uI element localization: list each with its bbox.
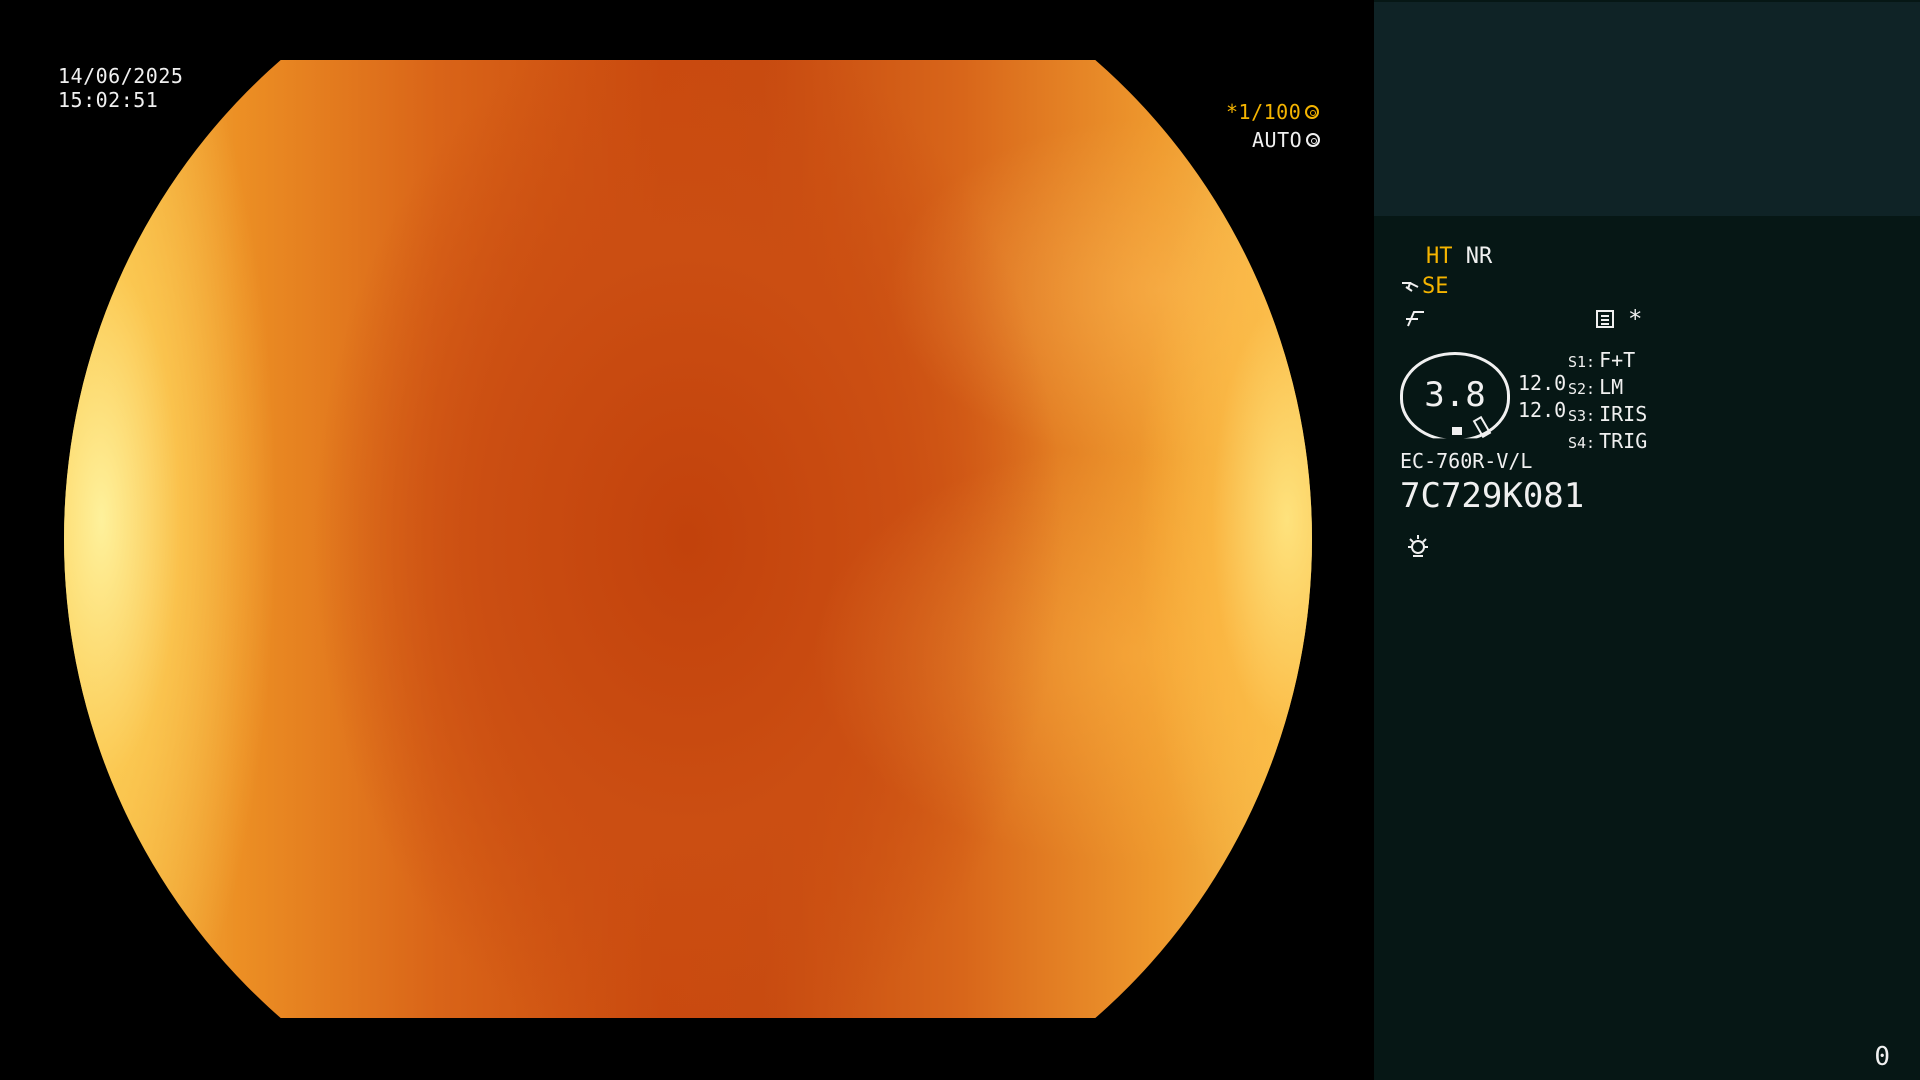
scope-tip-icon (1402, 282, 1419, 292)
info-panel: HT NR SE * 3.8 12.0 12.0 S1: F+T S2: LM … (1374, 0, 1920, 1080)
scope-switch-list: S1: F+T S2: LM S3: IRIS S4: TRIG (1568, 348, 1647, 456)
date-time-display: 14/06/2025 15:02:51 (58, 64, 183, 112)
date-text: 14/06/2025 (58, 64, 184, 88)
nr-indicator: NR (1465, 244, 1493, 269)
brightness-gauge: 3.8 (1400, 352, 1510, 439)
time-text: 15:02:51 (58, 88, 159, 112)
switch-value: TRIG (1599, 429, 1648, 453)
structure-enhance-row: SE (1400, 274, 1449, 300)
switch-key: S4: (1568, 434, 1596, 452)
ht-indicator: HT (1426, 244, 1453, 269)
shutter-icon (1305, 105, 1320, 119)
endoscopy-monitor: 14/06/2025 15:02:51 *1/100 AUTO HT NR SE (0, 0, 1920, 1080)
image-counter: 0 (1874, 1042, 1890, 1072)
enhance-icon (1406, 311, 1424, 327)
switch-value: LM (1599, 375, 1624, 399)
patient-info-box (1374, 2, 1920, 216)
switch-value: IRIS (1599, 402, 1648, 426)
iris-icon (1306, 133, 1321, 147)
image-processing-row: HT NR (1426, 244, 1492, 270)
switch-key: S3: (1568, 407, 1596, 425)
se-indicator: SE (1422, 274, 1449, 299)
asterisk-icon: * (1628, 305, 1643, 333)
iris-mode-text: AUTO (1252, 128, 1303, 152)
light-icon (1408, 535, 1428, 557)
endoscope-live-image (64, 60, 1312, 1018)
switch-key: S2: (1568, 380, 1596, 398)
endoscope-video-area: 14/06/2025 15:02:51 *1/100 AUTO (0, 0, 1374, 1080)
gauge-side-values: 12.0 12.0 (1518, 370, 1566, 424)
gauge-side-bottom: 12.0 (1518, 398, 1567, 422)
switch-item: S2: LM (1568, 375, 1647, 402)
gauge-side-top: 12.0 (1518, 371, 1567, 395)
shutter-speed-indicator: *1/100 (1226, 100, 1320, 124)
switch-key: S1: (1568, 353, 1596, 371)
iris-mode-indicator: AUTO (1252, 128, 1321, 152)
scope-serial-number: 7C729K081 (1400, 476, 1585, 516)
switch-item: S4: TRIG (1568, 429, 1647, 456)
gauge-needle-icon (1472, 415, 1492, 439)
gauge-value: 3.8 (1424, 375, 1486, 415)
menu-icon (1596, 310, 1614, 328)
switch-item: S1: F+T (1568, 348, 1647, 375)
mode-icons-row: * (1404, 306, 1644, 336)
switch-value: F+T (1599, 348, 1636, 372)
switch-item: S3: IRIS (1568, 402, 1647, 429)
scope-model: EC-760R-V/L (1400, 449, 1533, 473)
gauge-marker (1452, 427, 1462, 435)
shutter-speed-text: *1/100 (1226, 100, 1302, 124)
